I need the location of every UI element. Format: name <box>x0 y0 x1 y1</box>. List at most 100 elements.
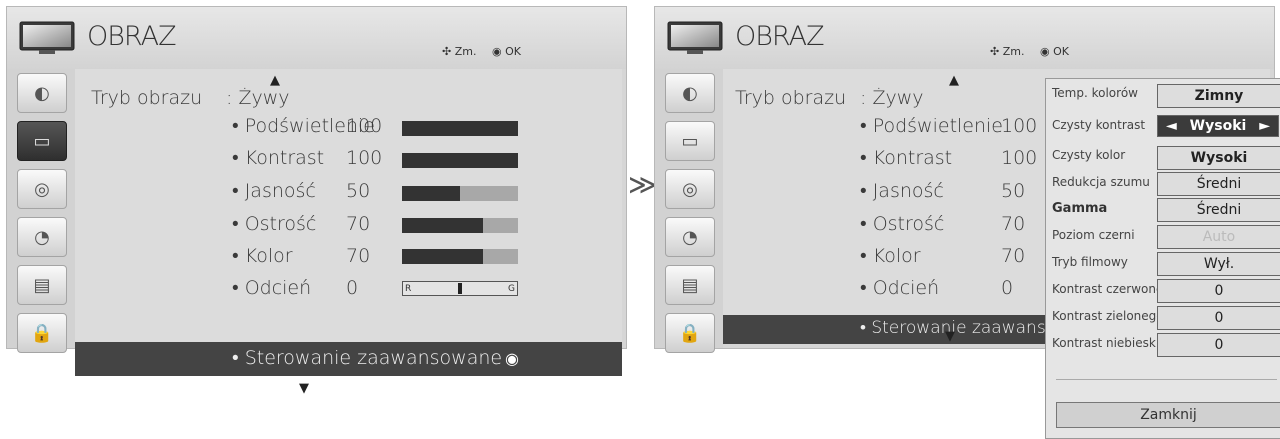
tv-screen-icon[interactable]: ▭ <box>665 121 715 161</box>
sharpness-label[interactable]: • Ostrość <box>860 213 944 236</box>
close-button[interactable]: Zamknij <box>1056 402 1280 428</box>
option-icon[interactable]: ▤ <box>665 265 715 305</box>
blue-contrast-value[interactable]: 0 <box>1157 333 1280 357</box>
picture-mode-label: Tryb obrazu <box>735 87 847 109</box>
tint-label[interactable]: • Odcień <box>860 277 939 300</box>
clear-contrast-label: Czysty kontrast <box>1052 118 1146 132</box>
color-value: 70 <box>1001 245 1026 267</box>
ok-hint-label: OK <box>505 45 521 58</box>
brightness-label[interactable]: • Jasność <box>860 180 944 203</box>
sharpness-value: 70 <box>346 213 371 235</box>
picture-mode-value[interactable]: : Żywy <box>226 87 290 109</box>
tint-red-label: R <box>405 283 412 294</box>
contrast-label[interactable]: • Kontrast <box>232 147 324 170</box>
black-level-label: Poziom czerni <box>1052 228 1135 242</box>
lock-icon[interactable]: 🔒 <box>665 313 715 353</box>
step-arrow-icon: ≫ <box>628 168 658 201</box>
move-hint-label: Zm. <box>454 45 477 58</box>
ok-button-icon: ◉ <box>1039 45 1050 58</box>
menu-sidebar: ◐ ▭ ◎ ◔ ▤ 🔒 <box>655 69 723 353</box>
picture-mode-label: Tryb obrazu <box>91 87 203 109</box>
tint-label[interactable]: • Odcień <box>232 277 311 300</box>
film-mode-label: Tryb filmowy <box>1052 255 1128 269</box>
noise-reduction-value[interactable]: Średni <box>1157 172 1280 196</box>
ok-button-icon: ◉ <box>491 45 502 58</box>
divider <box>1056 379 1277 380</box>
scroll-down-icon[interactable]: ▼ <box>299 381 309 396</box>
picture-menu-panel: OBRAZ ✣ Zm. ◉ OK ◐ ▭ ◎ ◔ ▤ 🔒 ▲ Tryb obra… <box>6 6 627 396</box>
speaker-icon[interactable]: ◎ <box>17 169 67 209</box>
move-hint-label: Zm. <box>1002 45 1025 58</box>
contrast-label[interactable]: • Kontrast <box>860 147 952 170</box>
tint-slider-handle[interactable] <box>457 283 462 294</box>
move-arrows-icon: ✣ <box>442 45 452 58</box>
red-contrast-value[interactable]: 0 <box>1157 279 1280 303</box>
sharpness-bar[interactable] <box>402 218 518 233</box>
sharpness-label[interactable]: • Ostrość <box>232 213 316 236</box>
clear-contrast-value: Wysoki <box>1189 118 1247 134</box>
tint-value: 0 <box>346 277 359 299</box>
brightness-bar[interactable] <box>402 186 518 201</box>
nav-hint: ✣ Zm. ◉ OK <box>442 45 521 58</box>
menu-header: OBRAZ ✣ Zm. ◉ OK <box>7 7 626 69</box>
option-icon[interactable]: ▤ <box>17 265 67 305</box>
gamma-label: Gamma <box>1052 201 1108 216</box>
scroll-up-icon[interactable]: ▲ <box>949 73 959 88</box>
menu-content: ▲ Tryb obrazu : Żywy • Podświetlenie 100… <box>75 69 622 396</box>
menu-sidebar: ◐ ▭ ◎ ◔ ▤ 🔒 <box>7 69 75 353</box>
move-arrows-icon: ✣ <box>990 45 1000 58</box>
tint-slider[interactable]: R G <box>402 281 518 296</box>
scroll-down-icon[interactable]: ▼ <box>945 329 955 344</box>
tint-green-label: G <box>508 283 515 294</box>
backlight-value: 100 <box>1001 115 1038 137</box>
tv-screen-icon[interactable]: ▭ <box>17 121 67 161</box>
noise-reduction-label: Redukcja szumu <box>1052 175 1150 189</box>
color-label[interactable]: • Kolor <box>232 245 293 268</box>
sharpness-value: 70 <box>1001 213 1026 235</box>
menu-title: OBRAZ <box>87 21 177 52</box>
green-contrast-label: Kontrast zielonego <box>1052 309 1164 323</box>
picture-settings-icon[interactable]: ◐ <box>17 73 67 113</box>
clock-icon[interactable]: ◔ <box>665 217 715 257</box>
tv-icon <box>667 21 723 54</box>
advanced-control-label: • Sterowanie zaawansowane <box>232 347 503 369</box>
advanced-control-item[interactable]: • Sterowanie zaawansowane ◉ <box>75 342 622 376</box>
tv-icon <box>19 21 75 54</box>
contrast-value: 100 <box>1001 147 1038 169</box>
backlight-label[interactable]: • Podświetlenie <box>860 115 1003 138</box>
green-contrast-value[interactable]: 0 <box>1157 306 1280 330</box>
brightness-value: 50 <box>346 180 371 202</box>
gamma-value[interactable]: Średni <box>1157 198 1280 222</box>
arrow-left-icon[interactable]: ◄ <box>1166 118 1177 134</box>
color-label[interactable]: • Kolor <box>860 245 921 268</box>
nav-hint: ✣ Zm. ◉ OK <box>990 45 1069 58</box>
tint-value: 0 <box>1001 277 1014 299</box>
clear-color-value[interactable]: Wysoki <box>1157 146 1280 170</box>
color-value: 70 <box>346 245 371 267</box>
menu-header: OBRAZ ✣ Zm. ◉ OK <box>655 7 1274 69</box>
backlight-value: 100 <box>346 115 383 137</box>
ok-select-icon: ◉ <box>505 349 519 368</box>
contrast-bar[interactable] <box>402 153 518 168</box>
film-mode-value[interactable]: Wył. <box>1157 252 1280 276</box>
clear-color-label: Czysty kolor <box>1052 148 1126 162</box>
menu-title: OBRAZ <box>735 21 825 52</box>
color-temp-label: Temp. kolorów <box>1052 86 1138 100</box>
color-bar[interactable] <box>402 249 518 264</box>
lock-icon[interactable]: 🔒 <box>17 313 67 353</box>
brightness-label[interactable]: • Jasność <box>232 180 316 203</box>
ok-hint-label: OK <box>1053 45 1069 58</box>
black-level-value[interactable]: Auto <box>1157 225 1280 249</box>
clear-contrast-selector[interactable]: ◄ Wysoki ► <box>1157 115 1279 137</box>
brightness-value: 50 <box>1001 180 1026 202</box>
color-temp-value[interactable]: Zimny <box>1157 84 1280 108</box>
backlight-bar[interactable] <box>402 121 518 136</box>
clock-icon[interactable]: ◔ <box>17 217 67 257</box>
speaker-icon[interactable]: ◎ <box>665 169 715 209</box>
scroll-up-icon[interactable]: ▲ <box>270 73 280 88</box>
picture-mode-value[interactable]: : Żywy <box>860 87 924 109</box>
picture-settings-icon[interactable]: ◐ <box>665 73 715 113</box>
arrow-right-icon[interactable]: ► <box>1259 118 1270 134</box>
advanced-control-label: • Sterowanie zaawansov <box>860 318 1067 338</box>
contrast-value: 100 <box>346 147 383 169</box>
